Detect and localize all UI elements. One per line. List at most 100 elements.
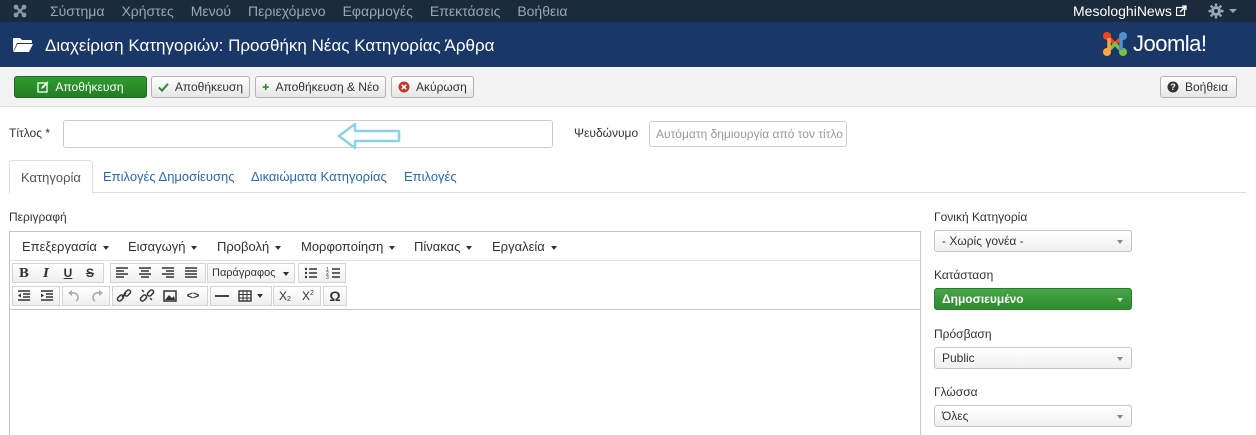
cancel-button[interactable]: Ακύρωση [391,76,474,98]
editor-menu-table[interactable]: Πίνακας [414,239,473,254]
editor-menu-insert[interactable]: Εισαγωγή [128,239,198,254]
editor-menu-view[interactable]: Προβολή [217,239,282,254]
editor-toolbar-row-2: <> X2 X2 Ω [10,286,920,308]
align-left-icon[interactable] [111,263,133,283]
tab-category[interactable]: Κατηγορία [9,160,93,194]
editor-menu-table-label: Πίνακας [414,239,461,254]
language-select[interactable]: Όλες [934,405,1132,427]
editor-menu-tools-label: Εργαλεία [492,239,545,254]
save-new-label: Αποθήκευση & Νέο [275,80,380,94]
link-icon[interactable] [113,286,135,306]
page-title: Διαχείριση Κατηγοριών: Προσθήκη Νέας Κατ… [45,36,495,55]
table-icon[interactable] [234,286,270,306]
save-close-button[interactable]: Αποθήκευση [14,76,147,98]
menu-item-extensions[interactable]: Επεκτάσεις [430,3,500,19]
menu-item-system[interactable]: Σύστημα [50,3,104,19]
editor-menubar: Επεξεργασία Εισαγωγή Προβολή Μορφοποίηση… [10,232,920,261]
gear-icon[interactable] [1208,3,1224,19]
editor-content-area[interactable] [10,309,920,435]
save-button[interactable]: Αποθήκευση [151,76,250,98]
chevron-down-icon [275,245,282,250]
folder-icon [13,38,33,52]
toolbar: Αποθήκευση Αποθήκευση Αποθήκευση & Νέο Α… [0,67,1256,107]
editor-menu-tools[interactable]: Εργαλεία [492,239,557,254]
alias-label: Ψευδώνυμο [574,126,639,140]
chevron-down-icon [1117,240,1123,244]
chevron-down-icon [102,245,109,250]
cancel-icon [398,81,410,93]
language-label: Γλώσσα [934,385,978,399]
menu-item-menus[interactable]: Μενού [191,3,231,19]
description-label: Περιγραφή [9,210,67,224]
tab-options[interactable]: Επιλογές [404,160,457,193]
save-close-label: Αποθήκευση [55,80,124,94]
arrow-left-icon [337,122,401,150]
help-label: Βοήθεια [1185,80,1228,94]
plus-icon [262,83,269,91]
svg-text:?: ? [1170,82,1176,92]
joomla-icon[interactable] [12,3,28,19]
tab-publishing[interactable]: Επιλογές Δημοσίευσης [103,160,235,193]
tab-bar: Κατηγορία Επιλογές Δημοσίευσης Δικαιώματ… [9,160,1246,194]
align-center-icon[interactable] [134,263,156,283]
top-navbar: Σύστημα Χρήστες Μενού Περιεχόμενο Εφαρμο… [0,0,1256,22]
question-icon: ? [1167,81,1179,93]
alias-input[interactable]: Αυτόματη δημιουργία από τον τίτλο [649,121,847,147]
access-value: Public [942,351,975,365]
joomla-logo-icon [1103,32,1127,56]
menu-item-components[interactable]: Εφαρμογές [343,3,413,19]
external-link-icon[interactable] [1176,5,1187,16]
access-label: Πρόσβαση [934,327,992,341]
chevron-down-icon [283,272,289,276]
paragraph-format-select[interactable]: Παράγραφος [207,263,295,283]
chevron-down-icon [550,245,557,250]
parent-category-value: - Χωρίς γονέα - [942,234,1024,248]
parent-category-label: Γονική Κατηγορία [934,210,1028,224]
menu-item-help[interactable]: Βοήθεια [517,3,567,19]
chevron-down-icon [466,245,473,250]
editor-menu-format[interactable]: Μορφοποίηση [301,239,396,254]
outdent-icon[interactable] [13,286,35,306]
editor-menu-insert-label: Εισαγωγή [128,239,186,254]
image-icon[interactable] [159,286,181,306]
editor-menu-format-label: Μορφοποίηση [301,239,384,254]
cancel-label: Ακύρωση [416,80,467,94]
help-button[interactable]: ? Βοήθεια [1160,76,1237,98]
parent-category-select[interactable]: - Χωρίς γονέα - [934,230,1132,252]
unlink-icon[interactable] [136,286,158,306]
main-menu: Σύστημα Χρήστες Μενού Περιεχόμενο Εφαρμο… [50,3,584,19]
menu-item-users[interactable]: Χρήστες [121,3,173,19]
superscript-icon[interactable]: X2 [297,286,319,306]
site-name-link[interactable]: MesologhiNews [1073,3,1172,19]
omega-icon[interactable]: Ω [324,286,346,306]
strikethrough-icon[interactable]: S [79,263,101,283]
bullet-list-icon[interactable] [300,263,322,283]
redo-icon[interactable] [86,286,108,306]
underline-icon[interactable]: U [57,263,79,283]
code-icon[interactable]: <> [182,286,204,306]
undo-icon[interactable] [63,286,85,306]
title-bar: Διαχείριση Κατηγοριών: Προσθήκη Νέας Κατ… [0,22,1256,67]
brand-text: Joomla! [1133,31,1207,56]
chevron-down-icon [1117,357,1123,361]
tab-permissions[interactable]: Δικαιώματα Κατηγορίας [251,160,387,193]
align-right-icon[interactable] [157,263,179,283]
status-select[interactable]: Δημοσιευμένο [934,288,1132,310]
access-select[interactable]: Public [934,347,1132,369]
chevron-down-icon[interactable] [1229,9,1237,13]
subscript-icon[interactable]: X2 [274,286,296,306]
editor-menu-edit[interactable]: Επεξεργασία [22,239,109,254]
svg-text:3: 3 [326,275,329,281]
align-justify-icon[interactable] [180,263,202,283]
italic-icon[interactable]: I [35,263,57,283]
chevron-down-icon [1117,415,1123,419]
status-label: Κατάσταση [934,268,994,282]
horizontal-rule-icon[interactable] [211,286,233,306]
title-input[interactable] [63,120,553,148]
menu-item-content[interactable]: Περιεχόμενο [248,3,326,19]
bold-icon[interactable]: B [13,263,35,283]
numbered-list-icon[interactable]: 123 [323,263,345,283]
save-new-button[interactable]: Αποθήκευση & Νέο [255,76,386,98]
indent-icon[interactable] [36,286,58,306]
editor-toolbar-row-1: B I U S Παράγραφος 123 [10,263,920,285]
